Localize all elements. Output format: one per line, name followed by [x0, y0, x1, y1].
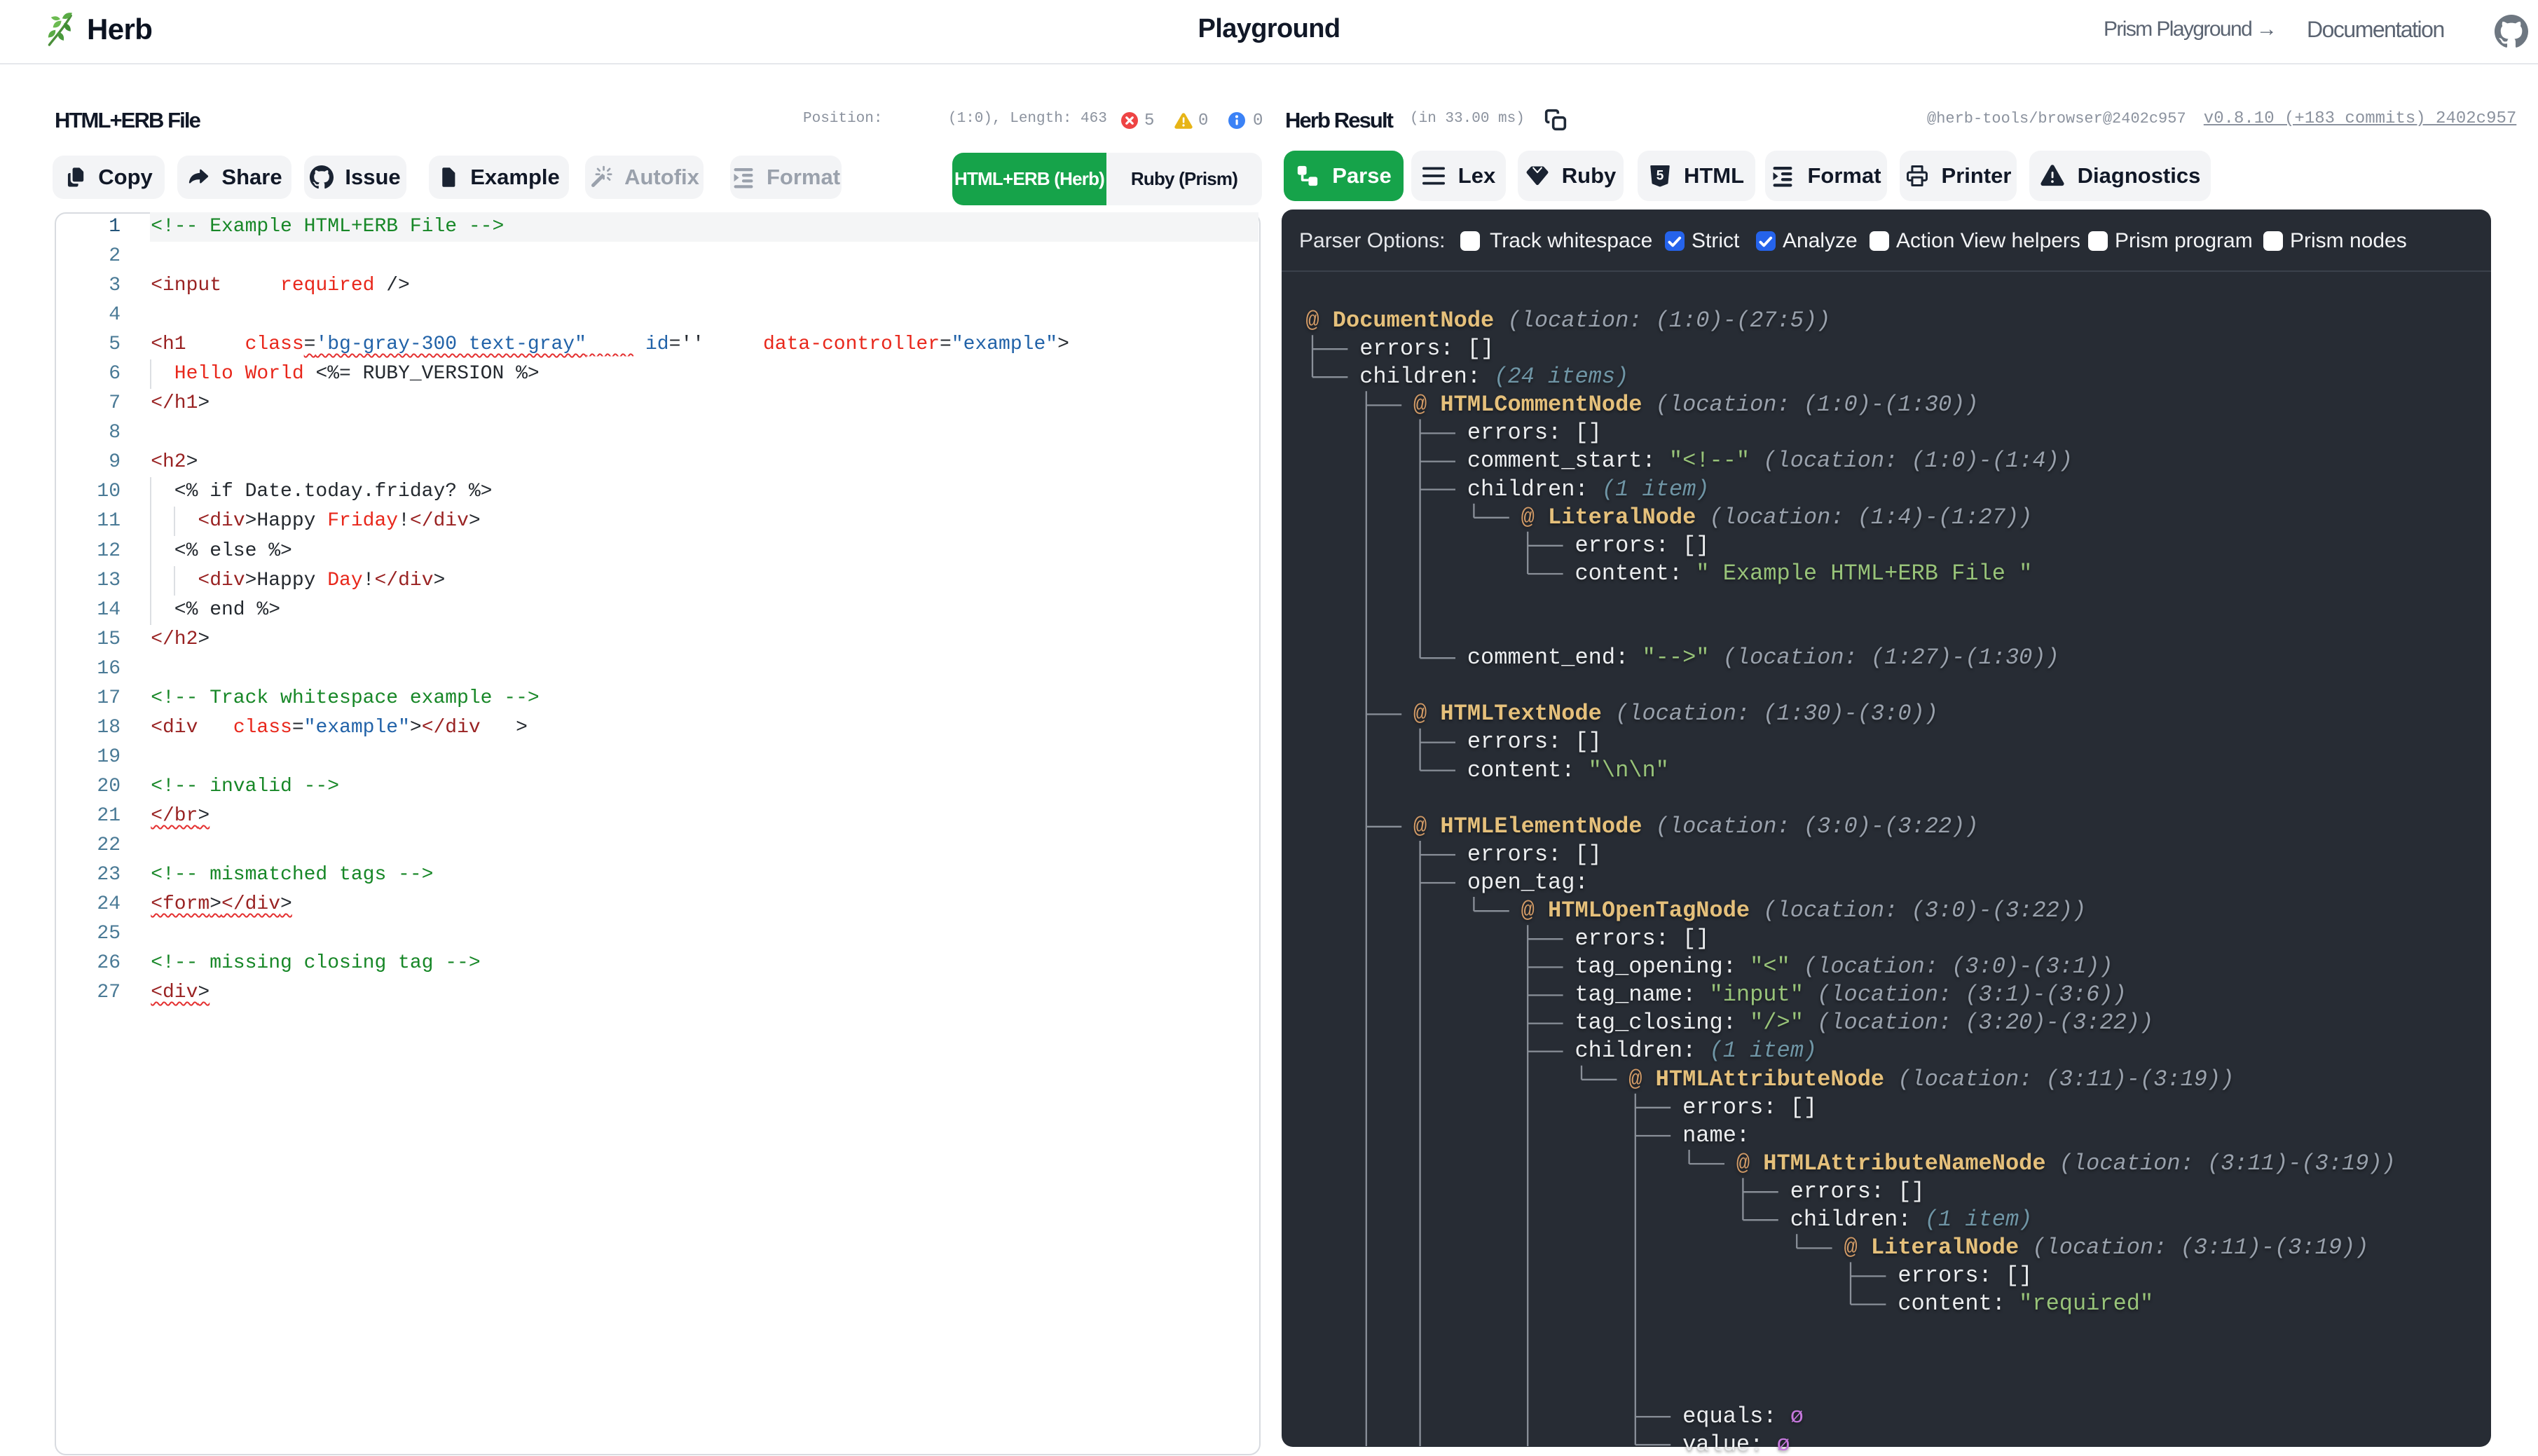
- svg-text:5: 5: [1656, 168, 1664, 183]
